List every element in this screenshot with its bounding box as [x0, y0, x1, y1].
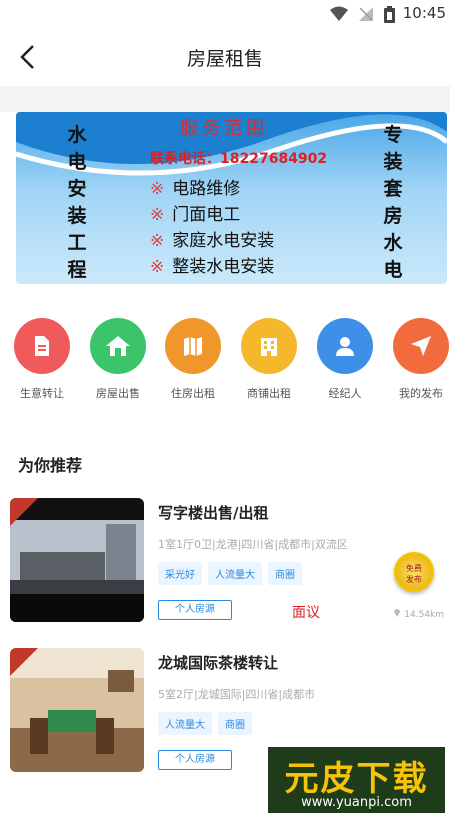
listing-photo — [10, 498, 144, 622]
signal-icon — [359, 7, 373, 21]
listing-title: 龙城国际茶楼转让 — [158, 654, 279, 672]
document-icon — [14, 318, 70, 374]
category-house-sale[interactable]: 房屋出售 — [83, 318, 153, 401]
listing-tags: 人流量大 商圈 — [158, 712, 258, 735]
category-house-rent[interactable]: 住房出租 — [158, 318, 228, 401]
category-grid: 生意转让 房屋出售 住房出租 商铺出租 经纪人 我的发布 — [0, 318, 450, 408]
promo-banner[interactable]: 服务范围 联系电话：18227684902 水电安装工程 专装套房水电 ※ 电路维… — [16, 112, 447, 284]
banner-service-item: ※ 整装水电安装 — [150, 257, 275, 277]
divider — [0, 86, 450, 112]
banner-left-column: 水电安装工程 — [67, 124, 87, 281]
send-icon — [393, 318, 449, 374]
building-icon — [241, 318, 297, 374]
source-badge[interactable]: 个人房源 — [158, 750, 232, 770]
banner-service-item: ※ 家庭水电安装 — [150, 231, 275, 251]
wifi-icon — [330, 6, 348, 21]
tag: 采光好 — [158, 562, 202, 585]
category-agent[interactable]: 经纪人 — [310, 318, 380, 401]
listing-distance: 14.54km — [393, 608, 444, 620]
listing-card[interactable]: 写字楼出售/出租 1室1厅0卫|龙港|四川省|成都市|双流区 采光好 人流量大 商圈… — [10, 498, 450, 643]
banner-phone: 联系电话：18227684902 — [150, 151, 328, 167]
battery-icon — [384, 6, 395, 23]
status-bar: 10:45 — [0, 0, 450, 28]
listing-title: 写字楼出售/出租 — [158, 504, 269, 522]
category-shop-rent[interactable]: 商铺出租 — [234, 318, 304, 401]
listing-tags: 采光好 人流量大 商圈 — [158, 562, 308, 585]
person-icon — [317, 318, 373, 374]
listing-price: 面议 — [292, 605, 320, 621]
category-business-transfer[interactable]: 生意转让 — [7, 318, 77, 401]
house-icon — [90, 318, 146, 374]
listing-info: 1室1厅0卫|龙港|四川省|成都市|双流区 — [158, 538, 348, 551]
page-title: 房屋租售 — [186, 48, 263, 70]
section-title: 为你推荐 — [18, 456, 83, 475]
tag: 商圈 — [268, 562, 302, 585]
tag: 人流量大 — [208, 562, 262, 585]
banner-title: 服务范围 — [180, 118, 268, 139]
free-publish-button[interactable]: 免费 发布 — [394, 552, 434, 592]
location-pin-icon — [394, 609, 401, 617]
clock: 10:45 — [402, 4, 446, 22]
map-icon — [165, 318, 221, 374]
tag: 人流量大 — [158, 712, 212, 735]
banner-service-item: ※ 门面电工 — [150, 205, 241, 225]
source-badge[interactable]: 个人房源 — [158, 600, 232, 620]
banner-right-column: 专装套房水电 — [383, 124, 403, 281]
nav-bar: 房屋租售 — [0, 28, 450, 86]
tag: 商圈 — [218, 712, 252, 735]
watermark-logo: 元皮下载 www.yuanpi.com — [266, 745, 447, 815]
category-my-posts[interactable]: 我的发布 — [386, 318, 450, 401]
listing-photo — [10, 648, 144, 772]
banner-service-item: ※ 电路维修 — [150, 179, 241, 199]
listing-info: 5室2厅|龙城国际|四川省|成都市 — [158, 688, 316, 701]
